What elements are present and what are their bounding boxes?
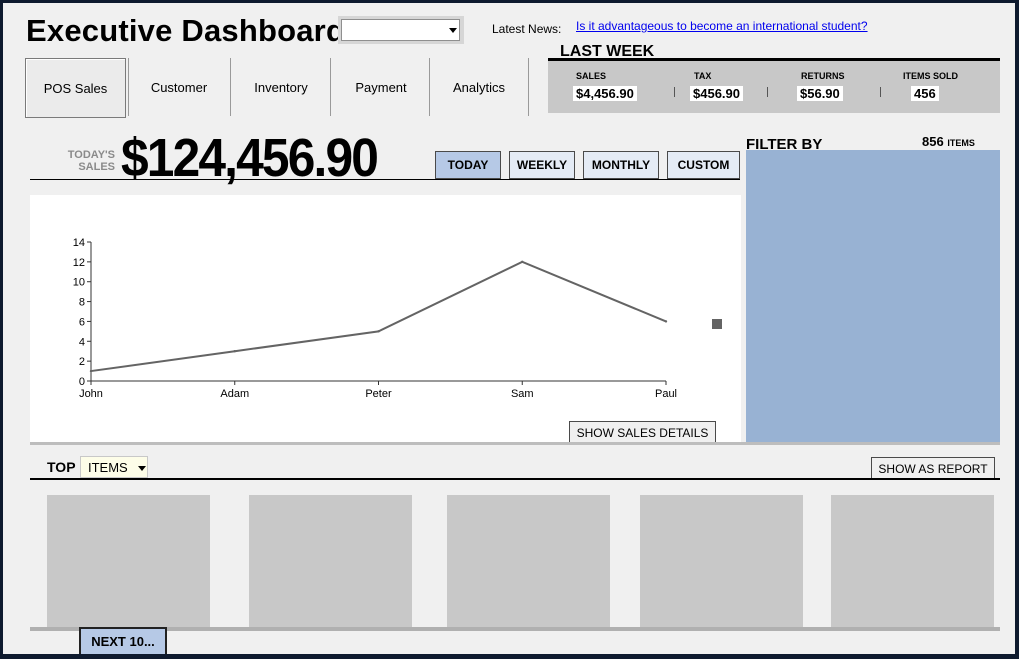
x-tick-label: John bbox=[79, 388, 103, 400]
data-point bbox=[521, 260, 524, 264]
chevron-down-icon bbox=[449, 28, 457, 33]
tab-inventory[interactable]: Inventory bbox=[231, 58, 331, 116]
sales-chart-panel: 0 2 4 6 8 10 12 14 John Adam Peter Sam Paul bbox=[30, 195, 741, 442]
custom-button[interactable]: CUSTOM bbox=[667, 151, 740, 179]
x-tick-label: Paul bbox=[655, 388, 677, 400]
top-label: TOP bbox=[47, 459, 76, 475]
data-point bbox=[233, 350, 236, 353]
filter-count-unit: ITEMS bbox=[947, 138, 975, 148]
y-tick-label: 8 bbox=[79, 297, 85, 309]
filter-item-count: 856 ITEMS bbox=[922, 134, 975, 149]
top-category-value: ITEMS bbox=[88, 460, 128, 475]
sales-line-chart: 0 2 4 6 8 10 12 14 John Adam Peter Sam Paul bbox=[73, 237, 722, 400]
x-tick-label: Adam bbox=[220, 388, 249, 400]
y-tick-label: 0 bbox=[79, 376, 85, 388]
tab-bar: POS Sales Customer Inventory Payment Ana… bbox=[25, 58, 530, 118]
todays-sales-label: TODAY'S SALES bbox=[53, 149, 115, 173]
data-point bbox=[664, 320, 668, 323]
divider bbox=[30, 442, 1000, 445]
news-label: Latest News: bbox=[492, 22, 562, 36]
y-tick-label: 12 bbox=[73, 257, 85, 269]
dashboard-window: Executive Dashboard Latest News: Is it a… bbox=[3, 3, 1015, 654]
divider bbox=[30, 179, 740, 180]
tab-payment[interactable]: Payment bbox=[331, 58, 431, 116]
returns-label: RETURNS bbox=[801, 71, 845, 81]
y-tick-label: 6 bbox=[79, 316, 85, 328]
next-items-button[interactable]: NEXT 10... bbox=[79, 627, 167, 654]
divider bbox=[767, 87, 768, 97]
item-card[interactable] bbox=[447, 495, 610, 627]
items-sold-label: ITEMS SOLD bbox=[903, 71, 959, 81]
y-tick-label: 14 bbox=[73, 237, 85, 249]
tab-pos-sales[interactable]: POS Sales bbox=[25, 58, 126, 118]
y-tick-label: 4 bbox=[79, 336, 85, 348]
series-line bbox=[90, 260, 667, 373]
divider bbox=[30, 478, 1000, 480]
news-link[interactable]: Is it advantageous to become an internat… bbox=[576, 19, 868, 33]
tax-label: TAX bbox=[694, 71, 712, 81]
item-card[interactable] bbox=[640, 495, 803, 627]
x-tick-label: Sam bbox=[511, 388, 534, 400]
filter-panel[interactable] bbox=[746, 150, 1000, 442]
data-point bbox=[377, 330, 380, 333]
top-category-select[interactable]: ITEMS bbox=[80, 456, 148, 478]
legend-marker bbox=[712, 319, 722, 329]
tab-analytics[interactable]: Analytics bbox=[430, 58, 528, 116]
tab-customer[interactable]: Customer bbox=[129, 58, 229, 116]
items-sold-value: 456 bbox=[911, 86, 939, 101]
last-week-panel: SALES $4,456.90 TAX $456.90 RETURNS $56.… bbox=[548, 58, 1000, 113]
weekly-button[interactable]: WEEKLY bbox=[509, 151, 575, 179]
returns-value: $56.90 bbox=[797, 86, 843, 101]
page-title: Executive Dashboard bbox=[26, 13, 346, 48]
y-tick-label: 10 bbox=[73, 277, 85, 289]
divider bbox=[674, 87, 675, 97]
item-card[interactable] bbox=[831, 495, 994, 627]
dashboard-dropdown[interactable] bbox=[338, 16, 464, 44]
today-button[interactable]: TODAY bbox=[435, 151, 501, 179]
chevron-down-icon bbox=[138, 466, 146, 471]
sales-value: $4,456.90 bbox=[573, 86, 637, 101]
divider bbox=[30, 627, 1000, 631]
divider bbox=[880, 87, 881, 97]
filter-count-value: 856 bbox=[922, 134, 944, 149]
sales-label: SALES bbox=[576, 71, 607, 81]
show-sales-details-button[interactable]: SHOW SALES DETAILS bbox=[569, 421, 716, 443]
show-as-report-button[interactable]: SHOW AS REPORT bbox=[871, 457, 995, 479]
tab-divider bbox=[528, 58, 529, 116]
data-point bbox=[89, 369, 93, 373]
monthly-button[interactable]: MONTHLY bbox=[583, 151, 659, 179]
todays-sales-label-line1: TODAY'S bbox=[67, 149, 115, 161]
x-tick-label: Peter bbox=[365, 388, 392, 400]
item-card[interactable] bbox=[249, 495, 412, 627]
item-card[interactable] bbox=[47, 495, 210, 627]
tax-value: $456.90 bbox=[690, 86, 743, 101]
todays-sales-label-line2: SALES bbox=[78, 161, 115, 173]
y-tick-label: 2 bbox=[79, 356, 85, 368]
